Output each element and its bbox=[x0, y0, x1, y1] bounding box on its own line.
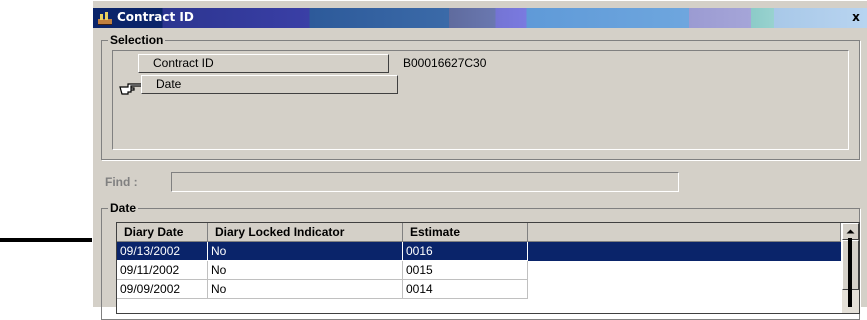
title-bar[interactable]: Contract ID x bbox=[93, 8, 867, 28]
find-input[interactable] bbox=[171, 172, 679, 192]
find-label: Find : bbox=[105, 175, 138, 189]
cell-estimate: 0014 bbox=[403, 280, 528, 299]
column-header-diary-locked-indicator[interactable]: Diary Locked Indicator bbox=[208, 223, 403, 242]
grid-header: Diary Date Diary Locked Indicator Estima… bbox=[117, 223, 841, 242]
scroll-up-arrow-icon bbox=[846, 229, 855, 234]
window-shadow bbox=[848, 238, 852, 307]
selection-group-label: Selection bbox=[108, 33, 166, 47]
contract-id-value: B00016627C30 bbox=[403, 56, 487, 70]
contract-id-button[interactable]: Contract ID bbox=[138, 54, 389, 73]
date-group-label: Date bbox=[108, 201, 139, 215]
selection-panel: Contract ID B00016627C30 Date bbox=[112, 50, 849, 150]
cell-diary-date: 09/09/2002 bbox=[117, 280, 208, 299]
cell-estimate: 0015 bbox=[403, 261, 528, 280]
table-row[interactable]: 09/13/2002 No 0016 bbox=[117, 242, 841, 261]
cell-diary-locked: No bbox=[208, 261, 403, 280]
cell-diary-date: 09/13/2002 bbox=[117, 242, 208, 261]
cell-diary-locked: No bbox=[208, 242, 403, 261]
date-group: Date Diary Date Diary Locked Indicator E… bbox=[101, 201, 860, 320]
column-header-diary-date[interactable]: Diary Date bbox=[117, 223, 208, 242]
contract-id-dialog: Contract ID x Selection Contract ID B000… bbox=[92, 0, 867, 320]
table-row[interactable]: 09/11/2002 No 0015 bbox=[117, 261, 841, 280]
window-title: Contract ID bbox=[117, 10, 194, 24]
close-button[interactable]: x bbox=[848, 10, 864, 24]
cell-diary-locked: No bbox=[208, 280, 403, 299]
date-button[interactable]: Date bbox=[141, 75, 398, 94]
table-row[interactable]: 09/09/2002 No 0014 bbox=[117, 280, 841, 299]
selection-group: Selection Contract ID B00016627C30 Date bbox=[101, 33, 860, 160]
app-window-icon bbox=[98, 12, 112, 25]
cell-estimate: 0016 bbox=[403, 242, 528, 261]
cell-diary-date: 09/11/2002 bbox=[117, 261, 208, 280]
diary-grid: Diary Date Diary Locked Indicator Estima… bbox=[116, 222, 860, 314]
column-header-estimate[interactable]: Estimate bbox=[403, 223, 528, 242]
column-header-filler bbox=[528, 223, 841, 242]
